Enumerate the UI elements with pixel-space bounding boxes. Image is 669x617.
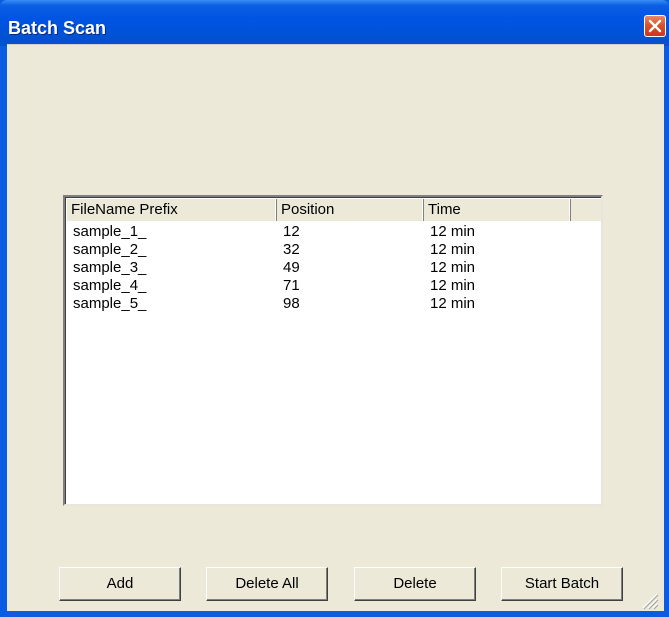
cell-position: 12 [283, 223, 300, 240]
cell-time: 12 min [430, 295, 476, 312]
table-row[interactable]: sample_5_ 98 12 min [67, 295, 601, 313]
close-button[interactable] [644, 15, 666, 37]
batch-scan-window: Batch Scan FileName Prefix Position Time… [0, 0, 669, 617]
cell-filename-prefix: sample_5_ [73, 295, 147, 312]
add-button[interactable]: Add [59, 567, 181, 601]
cell-filename-prefix: sample_1_ [73, 223, 147, 240]
cell-position: 49 [283, 259, 300, 276]
column-header-filler [571, 199, 601, 221]
column-header-filename-prefix[interactable]: FileName Prefix [67, 199, 277, 221]
column-header-time[interactable]: Time [424, 199, 571, 221]
table-row[interactable]: sample_1_ 12 12 min [67, 223, 601, 241]
list-header: FileName Prefix Position Time [67, 199, 601, 221]
cell-time: 12 min [430, 259, 476, 276]
table-row[interactable]: sample_4_ 71 12 min [67, 277, 601, 295]
dialog-body: FileName Prefix Position Time sample_1_ … [7, 44, 664, 611]
title-bar[interactable]: Batch Scan [0, 0, 669, 46]
list-rows: sample_1_ 12 12 min sample_2_ 32 12 min … [67, 223, 601, 313]
cell-filename-prefix: sample_4_ [73, 277, 147, 294]
cell-filename-prefix: sample_2_ [73, 241, 147, 258]
column-header-position[interactable]: Position [277, 199, 424, 221]
cell-time: 12 min [430, 223, 476, 240]
cell-filename-prefix: sample_3_ [73, 259, 147, 276]
cell-position: 98 [283, 295, 300, 312]
resize-grip-icon[interactable] [639, 590, 659, 610]
cell-time: 12 min [430, 277, 476, 294]
delete-all-button[interactable]: Delete All [206, 567, 328, 601]
batch-list[interactable]: FileName Prefix Position Time sample_1_ … [63, 195, 603, 506]
cell-position: 71 [283, 277, 300, 294]
start-batch-button[interactable]: Start Batch [501, 567, 623, 601]
cell-position: 32 [283, 241, 300, 258]
table-row[interactable]: sample_2_ 32 12 min [67, 241, 601, 259]
close-icon [648, 19, 662, 33]
table-row[interactable]: sample_3_ 49 12 min [67, 259, 601, 277]
cell-time: 12 min [430, 241, 476, 258]
window-title: Batch Scan [8, 18, 107, 38]
delete-button[interactable]: Delete [354, 567, 476, 601]
